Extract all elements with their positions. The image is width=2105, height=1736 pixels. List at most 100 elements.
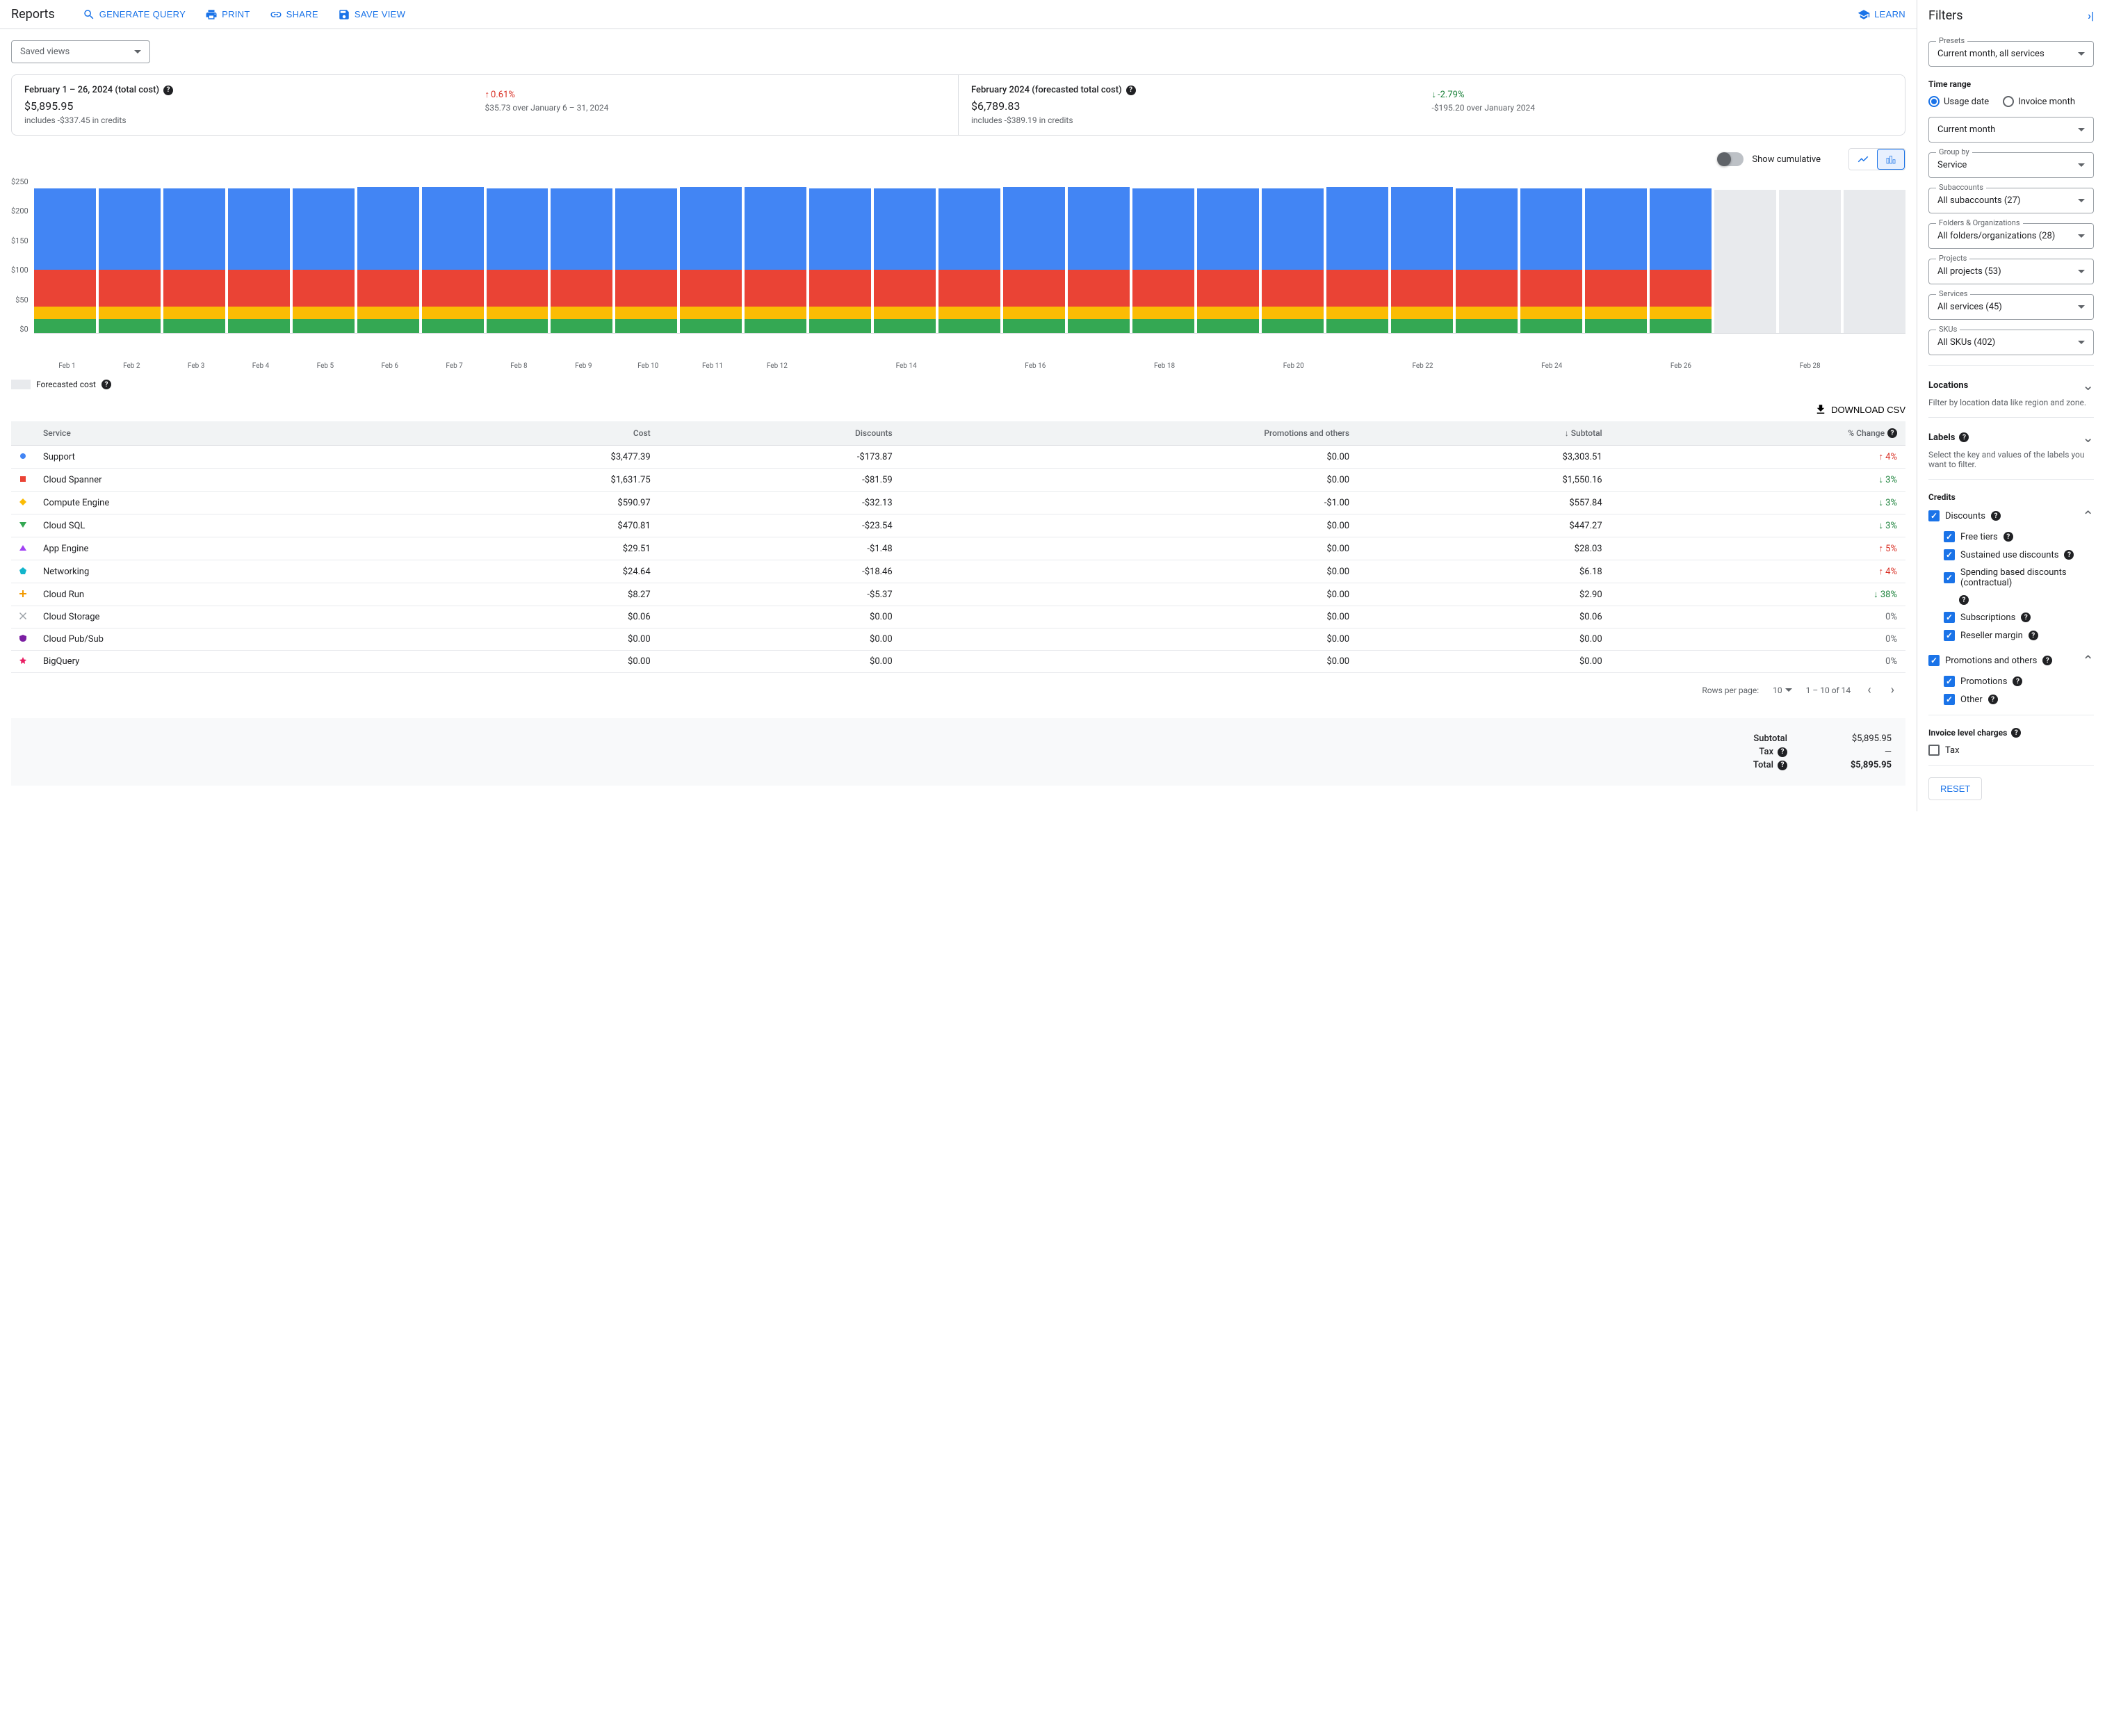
help-icon[interactable]: ? <box>1778 761 1787 770</box>
discounts-checkbox[interactable] <box>1928 510 1940 521</box>
table-header[interactable]: % Change ? <box>1611 421 1905 446</box>
folders-select[interactable]: Folders & Organizations All folders/orga… <box>1928 223 2094 249</box>
help-icon[interactable]: ? <box>2011 728 2021 738</box>
promotions-checkbox[interactable] <box>1944 676 1955 687</box>
chart-bar[interactable] <box>1068 177 1130 333</box>
chart-bar[interactable] <box>1779 177 1841 333</box>
locations-section-toggle[interactable]: Locations ⌄ <box>1928 377 2094 394</box>
table-row[interactable]: BigQuery$0.00$0.00$0.00$0.000% <box>11 651 1905 673</box>
save-view-button[interactable]: SAVE VIEW <box>338 8 405 21</box>
projects-select[interactable]: Projects All projects (53) <box>1928 259 2094 284</box>
table-row[interactable]: Cloud Spanner$1,631.75-$81.59$0.00$1,550… <box>11 469 1905 492</box>
help-icon[interactable]: ? <box>101 380 111 389</box>
chart-bar[interactable] <box>163 177 225 333</box>
prev-page-button[interactable]: ‹ <box>1864 680 1874 700</box>
print-button[interactable]: PRINT <box>205 8 250 21</box>
chart-bar[interactable] <box>615 177 677 333</box>
services-select[interactable]: Services All services (45) <box>1928 294 2094 320</box>
chart-bar[interactable] <box>293 177 355 333</box>
chart-bar[interactable] <box>34 177 96 333</box>
presets-select[interactable]: Presets Current month, all services <box>1928 41 2094 67</box>
help-icon[interactable]: ? <box>1959 432 1969 442</box>
chart-bar[interactable] <box>357 177 419 333</box>
chart-bar[interactable] <box>1132 177 1194 333</box>
table-row[interactable]: Support$3,477.39-$173.87$0.00$3,303.51↑ … <box>11 446 1905 469</box>
help-icon[interactable]: ? <box>163 86 173 95</box>
chart-bar[interactable] <box>1844 177 1905 333</box>
chart-bar[interactable] <box>551 177 612 333</box>
help-icon[interactable]: ? <box>1887 428 1897 438</box>
chart-bar[interactable] <box>680 177 742 333</box>
help-icon[interactable]: ? <box>2021 613 2031 622</box>
help-icon[interactable]: ? <box>1778 747 1787 757</box>
usage-date-radio[interactable]: Usage date <box>1928 96 1989 107</box>
next-page-button[interactable]: › <box>1888 680 1897 700</box>
help-icon[interactable]: ? <box>2042 656 2052 665</box>
subscriptions-checkbox[interactable] <box>1944 612 1955 623</box>
promos-group-toggle[interactable]: Promotions and others ? ⌃ <box>1928 652 2094 669</box>
chart-bar[interactable] <box>1520 177 1582 333</box>
help-icon[interactable]: ? <box>1959 595 1969 605</box>
chart-bar[interactable] <box>1197 177 1259 333</box>
time-range-select[interactable]: Current month <box>1928 117 2094 143</box>
help-icon[interactable]: ? <box>2064 550 2074 560</box>
table-row[interactable]: Cloud SQL$470.81-$23.54$0.00$447.27↓ 3% <box>11 514 1905 537</box>
reseller-checkbox[interactable] <box>1944 630 1955 641</box>
table-header[interactable]: Cost <box>406 421 659 446</box>
help-icon[interactable]: ? <box>2029 631 2038 640</box>
table-header[interactable]: ↓ Subtotal <box>1358 421 1611 446</box>
chart-bar[interactable] <box>487 177 548 333</box>
table-header[interactable]: Service <box>35 421 406 446</box>
help-icon[interactable]: ? <box>2004 532 2013 542</box>
help-icon[interactable]: ? <box>1991 511 2001 521</box>
help-icon[interactable]: ? <box>1126 86 1136 95</box>
chart-bar[interactable] <box>99 177 161 333</box>
chart-bar[interactable] <box>809 177 871 333</box>
sustained-checkbox[interactable] <box>1944 549 1955 560</box>
bar-chart-button[interactable] <box>1877 149 1905 170</box>
chart-bar[interactable] <box>1650 177 1712 333</box>
table-row[interactable]: Cloud Storage$0.06$0.00$0.00$0.060% <box>11 606 1905 628</box>
table-row[interactable]: Networking$24.64-$18.46$0.00$6.18↑ 4% <box>11 560 1905 583</box>
chart-bar[interactable] <box>1585 177 1647 333</box>
table-header[interactable]: Discounts <box>659 421 901 446</box>
free-tiers-checkbox[interactable] <box>1944 531 1955 542</box>
table-header[interactable]: Promotions and others <box>901 421 1358 446</box>
chart-bar[interactable] <box>1262 177 1324 333</box>
group-by-select[interactable]: Group by Service <box>1928 152 2094 178</box>
rows-per-page-select[interactable]: 10 <box>1773 686 1792 695</box>
learn-button[interactable]: LEARN <box>1858 8 1905 21</box>
labels-section-toggle[interactable]: Labels ? ⌄ <box>1928 429 2094 446</box>
table-row[interactable]: App Engine$29.51-$1.48$0.00$28.03↑ 5% <box>11 537 1905 560</box>
share-button[interactable]: SHARE <box>270 8 318 21</box>
chart-bar[interactable] <box>874 177 936 333</box>
chart-bar[interactable] <box>745 177 806 333</box>
discounts-group-toggle[interactable]: Discounts ? ⌃ <box>1928 508 2094 524</box>
chart-bar[interactable] <box>1003 177 1065 333</box>
collapse-filters-button[interactable]: ›| <box>2088 9 2094 22</box>
chart-bar[interactable] <box>422 177 484 333</box>
promos-others-checkbox[interactable] <box>1928 655 1940 666</box>
chart-bar[interactable] <box>1326 177 1388 333</box>
help-icon[interactable]: ? <box>2013 676 2022 686</box>
skus-select[interactable]: SKUs All SKUs (402) <box>1928 330 2094 355</box>
other-checkbox[interactable] <box>1944 694 1955 705</box>
table-row[interactable]: Cloud Run$8.27-$5.37$0.00$2.90↓ 38% <box>11 583 1905 606</box>
table-row[interactable]: Compute Engine$590.97-$32.13-$1.00$557.8… <box>11 492 1905 514</box>
saved-views-select[interactable]: Saved views <box>11 40 150 63</box>
chart-bar[interactable] <box>938 177 1000 333</box>
generate-query-button[interactable]: GENERATE QUERY <box>83 8 186 21</box>
help-icon[interactable]: ? <box>1988 695 1998 704</box>
chart-bar[interactable] <box>1714 177 1776 333</box>
tax-checkbox[interactable] <box>1928 745 1940 756</box>
invoice-month-radio[interactable]: Invoice month <box>2003 96 2075 107</box>
spending-checkbox[interactable] <box>1944 572 1955 583</box>
reset-button[interactable]: RESET <box>1928 777 1982 800</box>
download-csv-button[interactable]: DOWNLOAD CSV <box>1814 403 1905 416</box>
subaccounts-select[interactable]: Subaccounts All subaccounts (27) <box>1928 188 2094 213</box>
chart-bar[interactable] <box>1456 177 1518 333</box>
table-row[interactable]: Cloud Pub/Sub$0.00$0.00$0.00$0.000% <box>11 628 1905 651</box>
line-chart-button[interactable] <box>1849 149 1877 170</box>
chart-bar[interactable] <box>1391 177 1453 333</box>
cumulative-toggle[interactable] <box>1718 152 1744 166</box>
